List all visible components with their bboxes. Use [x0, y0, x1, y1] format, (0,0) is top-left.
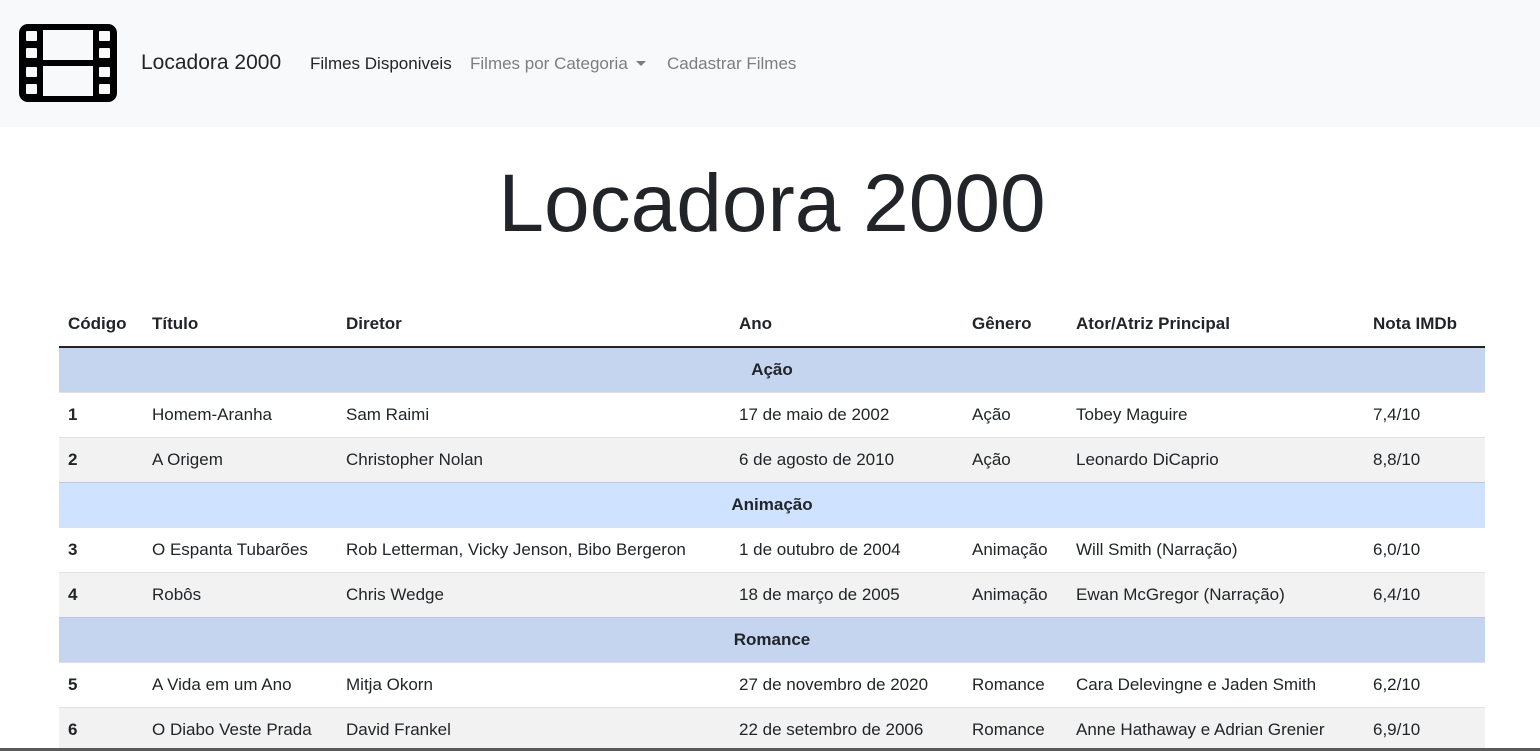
cell-title: A Origem — [143, 436, 337, 482]
film-icon[interactable] — [19, 24, 117, 102]
cell-year: 22 de setembro de 2006 — [730, 706, 963, 751]
cell-genre: Romance — [963, 706, 1067, 751]
cell-director: Christopher Nolan — [337, 436, 730, 482]
cell-code: 1 — [59, 391, 143, 437]
cell-lead-actor: Cara Delevingne e Jaden Smith — [1067, 661, 1364, 707]
cell-genre: Ação — [963, 391, 1067, 437]
column-header-lead-actor: Ator/Atriz Principal — [1067, 302, 1364, 348]
navbar: Locadora 2000 Filmes Disponiveis Filmes … — [0, 0, 1540, 127]
cell-year: 18 de março de 2005 — [730, 571, 963, 617]
films-table: Código Título Diretor Ano Gênero Ator/At… — [59, 302, 1485, 751]
nav-dropdown-label: Filmes por Categoria — [470, 54, 628, 73]
cell-lead-actor: Ewan McGregor (Narração) — [1067, 571, 1364, 617]
cell-title: Homem-Aranha — [143, 391, 337, 437]
cell-imdb-rating: 6,4/10 — [1364, 571, 1485, 617]
category-group-label: Ação — [59, 346, 1485, 392]
cell-lead-actor: Leonardo DiCaprio — [1067, 436, 1364, 482]
cell-director: Sam Raimi — [337, 391, 730, 437]
cell-genre: Ação — [963, 436, 1067, 482]
table-row: 6O Diabo Veste Prada David Frankel 22 de s… — [59, 706, 1485, 751]
cell-code: 6 — [59, 706, 143, 751]
cell-code: 4 — [59, 571, 143, 617]
cell-genre: Animação — [963, 571, 1067, 617]
cell-director: Rob Letterman, Vicky Jenson, Bibo Berger… — [337, 526, 730, 572]
category-group-row: Ação — [59, 346, 1485, 392]
cell-year: 1 de outubro de 2004 — [730, 526, 963, 572]
cell-title: O Diabo Veste Prada — [143, 706, 337, 751]
cell-imdb-rating: 6,2/10 — [1364, 661, 1485, 707]
cell-imdb-rating: 6,9/10 — [1364, 706, 1485, 751]
cell-director: Mitja Okorn — [337, 661, 730, 707]
cell-year: 17 de maio de 2002 — [730, 391, 963, 437]
page-title: Locadora 2000 — [498, 158, 1046, 249]
cell-code: 5 — [59, 661, 143, 707]
cell-imdb-rating: 6,0/10 — [1364, 526, 1485, 572]
films-table-container: Código Título Diretor Ano Gênero Ator/At… — [59, 302, 1485, 751]
column-header-director: Diretor — [337, 302, 730, 348]
cell-lead-actor: Anne Hathaway e Adrian Grenier — [1067, 706, 1364, 751]
category-group-label: Animação — [59, 481, 1485, 527]
cell-genre: Animação — [963, 526, 1067, 572]
cell-lead-actor: Tobey Maguire — [1067, 391, 1364, 437]
cell-director: Chris Wedge — [337, 571, 730, 617]
cell-title: A Vida em um Ano — [143, 661, 337, 707]
table-header-row: Código Título Diretor Ano Gênero Ator/At… — [59, 302, 1485, 348]
cell-code: 3 — [59, 526, 143, 572]
table-row: 2A Origem Christopher Nolan 6 de agosto de… — [59, 436, 1485, 482]
category-group-label: Romance — [59, 616, 1485, 662]
cell-imdb-rating: 8,8/10 — [1364, 436, 1485, 482]
column-header-year: Ano — [730, 302, 963, 348]
cell-year: 6 de agosto de 2010 — [730, 436, 963, 482]
cell-year: 27 de novembro de 2020 — [730, 661, 963, 707]
column-header-imdb-rating: Nota IMDb — [1364, 302, 1485, 348]
table-body: Ação 1 Homem-Aranha Sam Raimi 17 de maio de … — [59, 346, 1485, 751]
cell-imdb-rating: 7,4/10 — [1364, 391, 1485, 437]
cell-director: David Frankel — [337, 706, 730, 751]
cell-code: 2 — [59, 436, 143, 482]
nav-link-register-films[interactable]: Cadastrar Filmes — [667, 53, 796, 75]
cell-title: O Espanta Tubarões — [143, 526, 337, 572]
caret-down-icon — [635, 61, 646, 66]
table-row: 3O Espanta Tubarões Rob Letterman, Vicky … — [59, 526, 1485, 572]
cell-lead-actor: Will Smith (Narração) — [1067, 526, 1364, 572]
nav-dropdown-films-by-category[interactable]: Filmes por Categoria — [470, 53, 646, 75]
navbar-brand[interactable]: Locadora 2000 — [141, 51, 281, 75]
category-group-row: Romance — [59, 616, 1485, 662]
table-row: 1 Homem-Aranha Sam Raimi 17 de maio de 2002… — [59, 391, 1485, 437]
cell-title: Robôs — [143, 571, 337, 617]
category-group-row: Animação — [59, 481, 1485, 527]
nav-link-available-films[interactable]: Filmes Disponiveis — [310, 53, 452, 75]
column-header-code: Código — [59, 302, 143, 348]
table-row: 5A Vida em um Ano Mitja Okorn 27 de novemb… — [59, 661, 1485, 707]
table-row: 4 Robôs Chris Wedge 18 de março de 2005 Anim… — [59, 571, 1485, 617]
cell-genre: Romance — [963, 661, 1067, 707]
column-header-genre: Gênero — [963, 302, 1067, 348]
column-header-title: Título — [143, 302, 337, 348]
